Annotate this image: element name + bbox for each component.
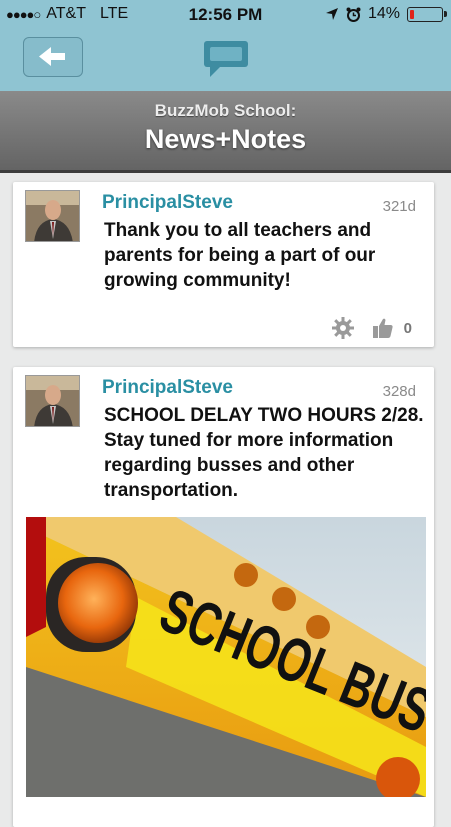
like-count: 0 (403, 319, 412, 337)
post-message: Thank you to all teachers and parents fo… (104, 220, 376, 291)
status-bar: ●●●●○ AT&T LTE 12:56 PM 14% (0, 0, 451, 30)
post-actions: 0 (331, 317, 412, 339)
status-right: 14% (325, 5, 447, 23)
school-name: BuzzMob School: (154, 101, 297, 120)
battery-percent: 14% (367, 5, 400, 22)
post-card[interactable]: PrincipalSteve 328d SCHOOL DELAY TWO HOU… (13, 367, 434, 827)
page-header: BuzzMob School: News+Notes (0, 91, 451, 173)
alarm-clock-icon (346, 7, 361, 22)
avatar[interactable] (25, 375, 80, 427)
page-title: News+Notes (144, 124, 307, 154)
post-photo[interactable]: SCHOOL BUS (26, 517, 426, 797)
post-author[interactable]: PrincipalSteve (102, 192, 233, 214)
post-age: 328d (382, 383, 416, 400)
back-arrow-icon (39, 47, 65, 66)
thumbs-up-icon[interactable] (372, 317, 394, 339)
post-card[interactable]: PrincipalSteve 321d Thank you to all tea… (13, 182, 434, 347)
location-arrow-icon (325, 8, 338, 20)
post-message: SCHOOL DELAY TWO HOURS 2/28. Stay tuned … (104, 405, 424, 501)
avatar[interactable] (25, 190, 80, 242)
gear-icon[interactable] (331, 317, 354, 339)
post-age: 321d (382, 198, 416, 215)
back-button[interactable] (23, 37, 83, 77)
battery-icon (407, 6, 447, 22)
post-author[interactable]: PrincipalSteve (102, 377, 233, 399)
chat-bubble-icon[interactable] (202, 39, 250, 79)
nav-bar: ●●●●○ AT&T LTE 12:56 PM 14% (0, 0, 451, 91)
